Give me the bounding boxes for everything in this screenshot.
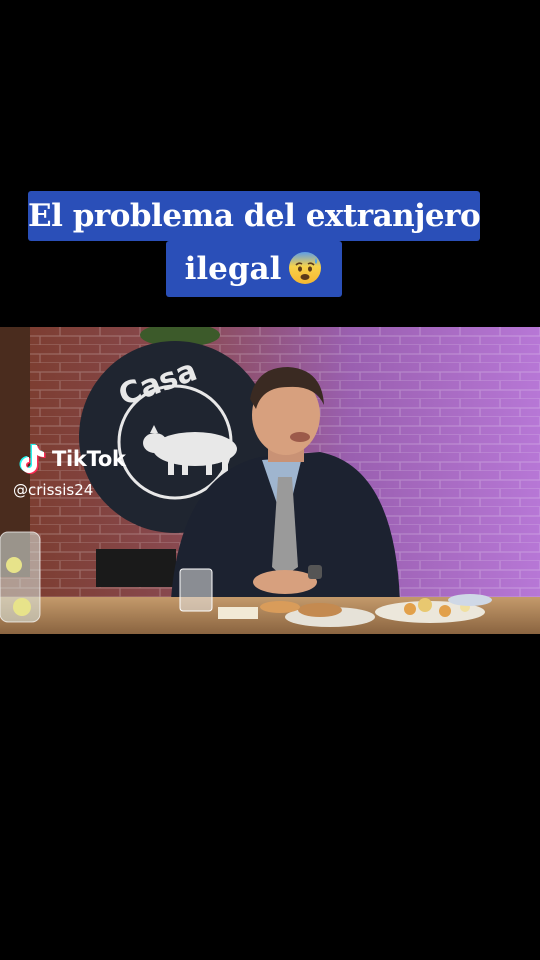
tiktok-username: @crissis24 [13,481,94,499]
tiktok-logo-icon [19,444,46,474]
anxious-face-with-sweat-icon [289,251,322,284]
caption-line-1: El problema del extranjero [28,191,481,241]
tiktok-watermark: TikTok @crissis24 [13,443,126,499]
caption-line-2-text: ilegal [184,251,282,287]
tiktok-brand: TikTok [52,447,126,471]
caption-line-2: ilegal [166,241,342,297]
